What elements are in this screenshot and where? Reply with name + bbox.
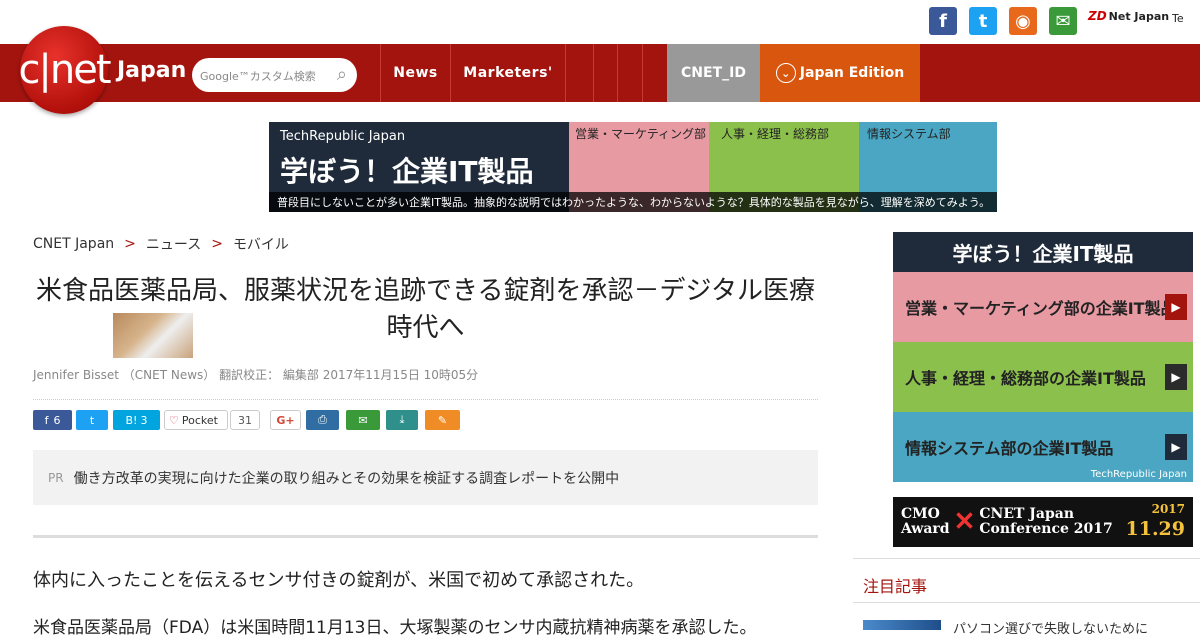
play-icon: ▶ bbox=[1165, 294, 1187, 320]
divider bbox=[853, 602, 1200, 603]
banner-category: 情報システム部 bbox=[867, 127, 951, 141]
print-icon: ⎙ bbox=[318, 413, 327, 426]
twitter-icon: t bbox=[89, 413, 95, 427]
nav-news[interactable]: News bbox=[381, 44, 450, 102]
banner-category: 営業・マーケティング部 bbox=[575, 127, 707, 141]
hatena-bookmark-button[interactable]: B! 3 bbox=[113, 410, 160, 430]
divider bbox=[33, 535, 818, 538]
search-placeholder: Google™カスタム検索 bbox=[200, 70, 316, 83]
rss-icon[interactable]: ◉ bbox=[1009, 7, 1037, 35]
sidebar-item-title[interactable]: パソコン選びで失敗しないために bbox=[953, 618, 1148, 637]
pr-box[interactable]: PR 働き方改革の実現に向けた企業の取り組みとその効果を検証する調査レポートを公… bbox=[33, 450, 818, 505]
download-icon: ⤓ bbox=[399, 413, 405, 426]
breadcrumb: CNET Japan > ニュース > モバイル bbox=[33, 234, 289, 254]
cmo-date: 11.29 bbox=[1125, 518, 1186, 540]
techrepublic-link[interactable]: Te bbox=[1172, 12, 1184, 25]
sidebar-ad-row[interactable]: 営業・マーケティング部の企業IT製品 ▶ bbox=[893, 272, 1193, 342]
edition-button[interactable]: ⌄ Japan Edition bbox=[760, 44, 920, 102]
facebook-icon: f bbox=[44, 413, 49, 427]
pr-link[interactable]: 働き方改革の実現に向けた企業の取り組みとその効果を検証する調査レポートを公開中 bbox=[74, 468, 620, 488]
sidebar-ad-footer: TechRepublic Japan bbox=[1090, 469, 1187, 480]
banner-tagline: 普段目にしないことが多い企業IT製品。抽象的な説明ではわかったような、わからない… bbox=[269, 192, 997, 212]
cmo-line: Award bbox=[901, 521, 950, 537]
brand-label[interactable]: Japan bbox=[117, 58, 186, 83]
cmo-award-text: CMO Award bbox=[901, 505, 950, 538]
twitter-icon[interactable]: t bbox=[969, 7, 997, 35]
print-button[interactable]: ⎙ bbox=[306, 410, 339, 430]
play-icon: ▶ bbox=[1165, 434, 1187, 460]
search-input[interactable]: Google™カスタム検索 ⌕ bbox=[192, 58, 357, 92]
google-plus-button[interactable]: G+ bbox=[270, 410, 301, 430]
breadcrumb-item[interactable]: モバイル bbox=[233, 234, 289, 254]
cmo-line: CNET Japan bbox=[979, 505, 1075, 522]
nav-marketers[interactable]: Marketers' bbox=[451, 44, 565, 102]
top-bar: f t ◉ ✉ ZD Net Japan Te bbox=[0, 0, 1200, 44]
banner-publisher: TechRepublic Japan bbox=[280, 129, 406, 144]
divider bbox=[853, 558, 1200, 559]
banner-category: 人事・経理・総務部 bbox=[721, 127, 830, 141]
byline: Jennifer Bisset （CNET News） 翻訳校正： 編集部 20… bbox=[33, 368, 479, 382]
banner-ad[interactable]: TechRepublic Japan 学ぼう！企業IT製品 営業・マーケティング… bbox=[269, 122, 997, 212]
sidebar-section-title: 注目記事 bbox=[863, 577, 928, 596]
breadcrumb-item[interactable]: ニュース bbox=[146, 234, 201, 254]
zdnet-link[interactable]: ZD Net Japan bbox=[1088, 9, 1169, 23]
zdnet-logo-icon: ZD bbox=[1088, 9, 1107, 23]
nav-divider bbox=[593, 44, 594, 102]
nav-divider bbox=[617, 44, 618, 102]
chevron-right-icon: > bbox=[124, 236, 136, 252]
zdnet-label: Net Japan bbox=[1108, 9, 1170, 23]
pocket-button[interactable]: ♡ Pocket bbox=[164, 410, 228, 430]
cmo-conference-text: CNET Japan Conference 2017 bbox=[979, 505, 1113, 538]
article-paragraph: 米食品医薬品局（FDA）は米国時間11月13日、大塚製薬のセンサ内蔵抗精神病薬を… bbox=[33, 618, 757, 638]
cmo-award-banner[interactable]: CMO Award ✕ CNET Japan Conference 2017 2… bbox=[893, 497, 1193, 547]
twitter-share-button[interactable]: t bbox=[76, 410, 108, 430]
nav-divider bbox=[642, 44, 643, 102]
sidebar-ad[interactable]: 学ぼう！企業IT製品 営業・マーケティング部の企業IT製品 ▶ 人事・経理・総務… bbox=[893, 232, 1193, 482]
banner-headline: 学ぼう！企業IT製品 bbox=[280, 155, 534, 188]
breadcrumb-item[interactable]: CNET Japan bbox=[33, 236, 114, 252]
pocket-icon: ♡ bbox=[169, 413, 179, 427]
sidebar-item-thumbnail[interactable] bbox=[863, 620, 941, 630]
facebook-count: 6 bbox=[53, 413, 61, 427]
clip-button[interactable]: ✎ bbox=[425, 410, 460, 430]
sidebar-ad-label: 情報システム部の企業IT製品 bbox=[905, 439, 1114, 458]
nav-divider bbox=[565, 44, 566, 102]
cnet-id-button[interactable]: CNET_ID bbox=[667, 44, 760, 102]
hatena-icon: B! bbox=[125, 413, 138, 427]
sidebar-ad-row[interactable]: 人事・経理・総務部の企業IT製品 ▶ bbox=[893, 342, 1193, 412]
pr-label: PR bbox=[48, 470, 64, 485]
facebook-icon[interactable]: f bbox=[929, 7, 957, 35]
divider bbox=[33, 399, 818, 400]
cmo-line: Conference 2017 bbox=[979, 521, 1113, 537]
cross-icon: ✕ bbox=[953, 506, 976, 537]
mail-icon: ✉ bbox=[358, 413, 368, 427]
pocket-count: 31 bbox=[230, 410, 260, 430]
email-share-button[interactable]: ✉ bbox=[346, 410, 380, 430]
paperclip-icon: ✎ bbox=[437, 413, 448, 427]
article-thumbnail[interactable] bbox=[113, 313, 193, 358]
save-button[interactable]: ⤓ bbox=[386, 410, 418, 430]
sidebar-ad-label: 人事・経理・総務部の企業IT製品 bbox=[905, 369, 1146, 388]
article-lead: 体内に入ったことを伝えるセンサ付きの錠剤が、米国で初めて承認された。 bbox=[33, 570, 645, 591]
hatena-count: 3 bbox=[140, 413, 148, 427]
edition-label: Japan Edition bbox=[799, 65, 905, 81]
search-icon[interactable]: ⌕ bbox=[337, 64, 347, 85]
chevron-down-icon: ⌄ bbox=[775, 63, 796, 83]
pocket-label: Pocket bbox=[181, 413, 218, 427]
sidebar-ad-title: 学ぼう！企業IT製品 bbox=[893, 232, 1193, 272]
chevron-right-icon: > bbox=[211, 236, 223, 252]
cnet-logo[interactable]: c|net bbox=[18, 26, 112, 114]
sidebar-ad-label: 営業・マーケティング部の企業IT製品 bbox=[905, 299, 1177, 318]
mail-icon[interactable]: ✉ bbox=[1049, 7, 1077, 35]
facebook-share-button[interactable]: f 6 bbox=[33, 410, 72, 430]
cmo-year: 2017 bbox=[1151, 502, 1185, 516]
play-icon: ▶ bbox=[1165, 364, 1187, 390]
cmo-line: CMO bbox=[901, 505, 940, 522]
